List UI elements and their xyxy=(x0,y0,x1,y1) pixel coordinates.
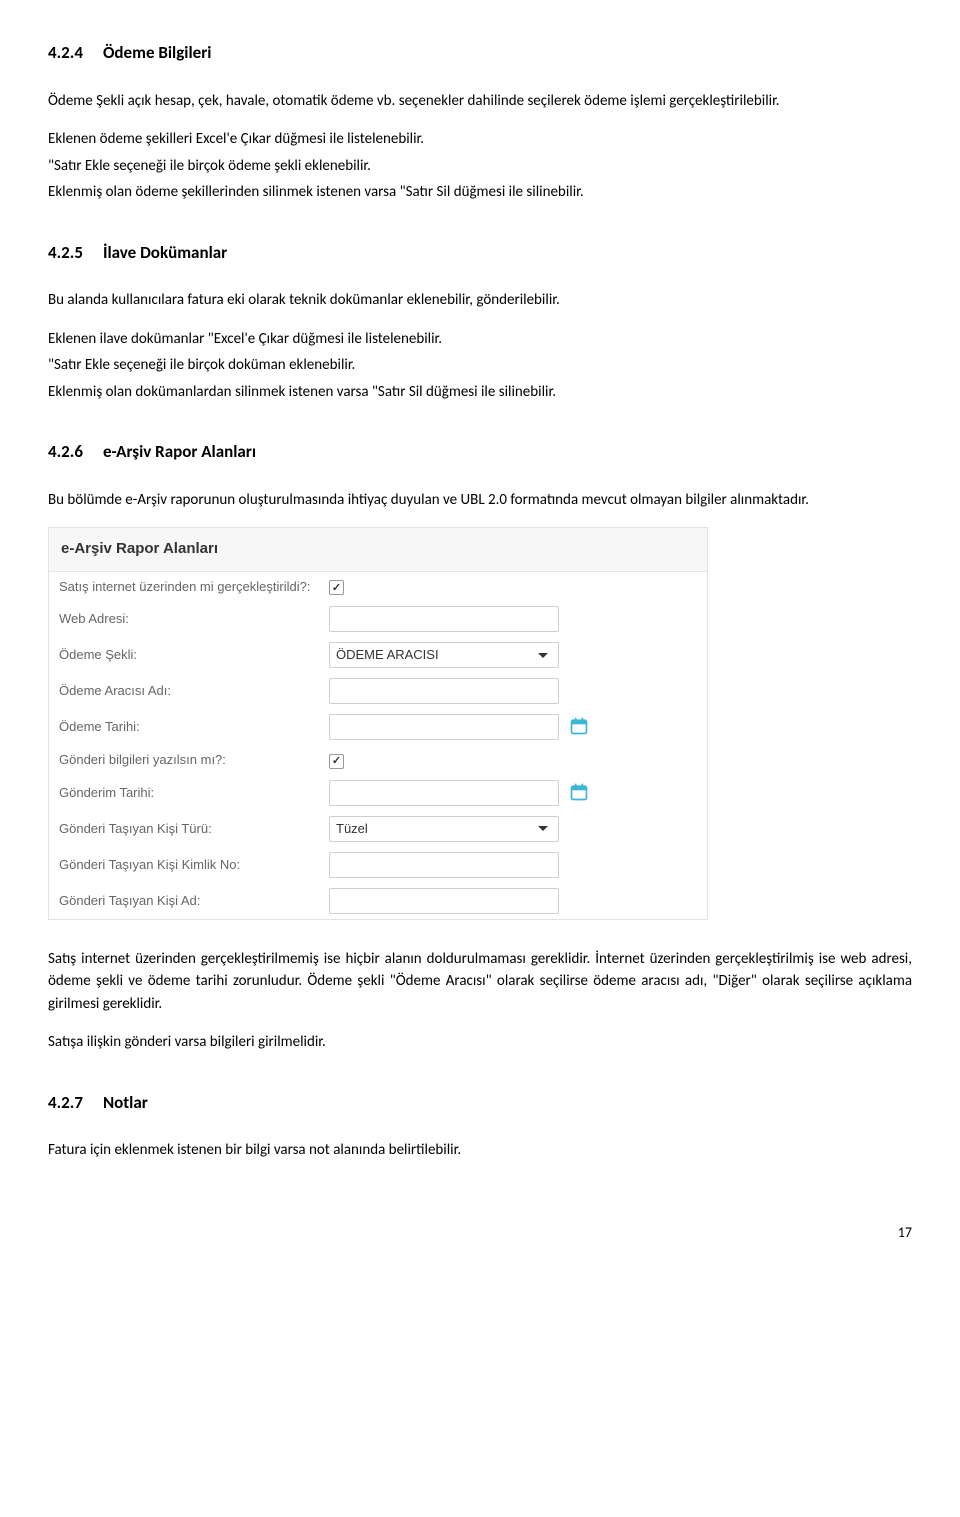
input-tasiyan-kimlik[interactable] xyxy=(329,852,559,878)
p426-2: Satış internet üzerinden gerçekleştirilm… xyxy=(48,948,912,1016)
chevron-down-icon xyxy=(538,826,548,831)
p424-3: "Satır Ekle seçeneği ile birçok ödeme şe… xyxy=(48,155,912,178)
chevron-down-icon xyxy=(538,653,548,658)
p425-2: Eklenen ilave dokümanlar "Excel'e Çıkar … xyxy=(48,328,912,351)
label-gonderim-tarihi: Gönderim Tarihi: xyxy=(59,783,329,803)
row-tasiyan-turu: Gönderi Taşıyan Kişi Türü: Tüzel xyxy=(49,811,707,847)
p425-3: "Satır Ekle seçeneği ile birçok doküman … xyxy=(48,354,912,377)
p425-4: Eklenmiş olan dokümanlardan silinmek ist… xyxy=(48,381,912,404)
label-internet: Satış internet üzerinden mi gerçekleştir… xyxy=(59,577,329,597)
select-tasiyan-turu[interactable]: Tüzel xyxy=(329,816,559,842)
heading-424-title: Ödeme Bilgileri xyxy=(103,42,211,63)
label-araci-adi: Ödeme Aracısı Adı: xyxy=(59,681,329,701)
heading-425-num: 4.2.5 xyxy=(48,240,83,266)
label-odeme-sekli: Ödeme Şekli: xyxy=(59,645,329,665)
select-odeme-sekli-value: ÖDEME ARACISI xyxy=(336,645,439,665)
row-gonderi-yazilsin: Gönderi bilgileri yazılsın mı?: xyxy=(49,745,707,775)
label-tasiyan-kimlik: Gönderi Taşıyan Kişi Kimlik No: xyxy=(59,855,329,875)
calendar-icon[interactable] xyxy=(569,782,589,802)
heading-427-title: Notlar xyxy=(103,1092,148,1113)
p427-1: Fatura için eklenmek istenen bir bilgi v… xyxy=(48,1139,912,1162)
earsiv-form-header: e-Arşiv Rapor Alanları xyxy=(49,528,707,572)
page-number: 17 xyxy=(48,1222,912,1243)
row-araci-adi: Ödeme Aracısı Adı: xyxy=(49,673,707,709)
row-gonderim-tarihi: Gönderim Tarihi: xyxy=(49,775,707,811)
heading-426: 4.2.6 e-Arşiv Rapor Alanları xyxy=(48,439,912,465)
heading-426-num: 4.2.6 xyxy=(48,439,83,465)
label-tasiyan-ad: Gönderi Taşıyan Kişi Ad: xyxy=(59,891,329,911)
section-427: 4.2.7 Notlar Fatura için eklenmek istenen… xyxy=(48,1090,912,1162)
input-web[interactable] xyxy=(329,606,559,632)
p424-1: Ödeme Şekli açık hesap, çek, havale, oto… xyxy=(48,90,912,113)
checkbox-gonderi-yazilsin[interactable] xyxy=(329,754,344,769)
select-odeme-sekli[interactable]: ÖDEME ARACISI xyxy=(329,642,559,668)
heading-424-num: 4.2.4 xyxy=(48,40,83,66)
section-425: 4.2.5 İlave Dokümanlar Bu alanda kullanıc… xyxy=(48,240,912,404)
input-odeme-tarihi[interactable] xyxy=(329,714,559,740)
row-tasiyan-ad: Gönderi Taşıyan Kişi Ad: xyxy=(49,883,707,919)
p425-1: Bu alanda kullanıcılara fatura eki olara… xyxy=(48,289,912,312)
heading-427-num: 4.2.7 xyxy=(48,1090,83,1116)
heading-425: 4.2.5 İlave Dokümanlar xyxy=(48,240,912,266)
section-426: 4.2.6 e-Arşiv Rapor Alanları Bu bölümde e… xyxy=(48,439,912,1054)
row-odeme-tarihi: Ödeme Tarihi: xyxy=(49,709,707,745)
heading-425-title: İlave Dokümanlar xyxy=(103,242,227,263)
checkbox-internet[interactable] xyxy=(329,580,344,595)
label-odeme-tarihi: Ödeme Tarihi: xyxy=(59,717,329,737)
section-424: 4.2.4 Ödeme Bilgileri Ödeme Şekli açık he… xyxy=(48,40,912,204)
row-tasiyan-kimlik: Gönderi Taşıyan Kişi Kimlik No: xyxy=(49,847,707,883)
p424-4: Eklenmiş olan ödeme şekillerinden silinm… xyxy=(48,181,912,204)
heading-424: 4.2.4 Ödeme Bilgileri xyxy=(48,40,912,66)
input-araci-adi[interactable] xyxy=(329,678,559,704)
label-web: Web Adresi: xyxy=(59,609,329,629)
input-tasiyan-ad[interactable] xyxy=(329,888,559,914)
calendar-icon[interactable] xyxy=(569,716,589,736)
earsiv-form-panel: e-Arşiv Rapor Alanları Satış internet üz… xyxy=(48,527,708,920)
label-gonderi-yazilsin: Gönderi bilgileri yazılsın mı?: xyxy=(59,750,329,770)
input-gonderim-tarihi[interactable] xyxy=(329,780,559,806)
p426-1: Bu bölümde e-Arşiv raporunun oluşturulma… xyxy=(48,489,912,512)
label-tasiyan-turu: Gönderi Taşıyan Kişi Türü: xyxy=(59,819,329,839)
heading-427: 4.2.7 Notlar xyxy=(48,1090,912,1116)
row-web: Web Adresi: xyxy=(49,601,707,637)
row-internet: Satış internet üzerinden mi gerçekleştir… xyxy=(49,572,707,602)
heading-426-title: e-Arşiv Rapor Alanları xyxy=(103,441,256,462)
select-tasiyan-turu-value: Tüzel xyxy=(336,819,368,839)
row-odeme-sekli: Ödeme Şekli: ÖDEME ARACISI xyxy=(49,637,707,673)
p424-2: Eklenen ödeme şekilleri Excel'e Çıkar dü… xyxy=(48,128,912,151)
p426-3: Satışa ilişkin gönderi varsa bilgileri g… xyxy=(48,1031,912,1054)
